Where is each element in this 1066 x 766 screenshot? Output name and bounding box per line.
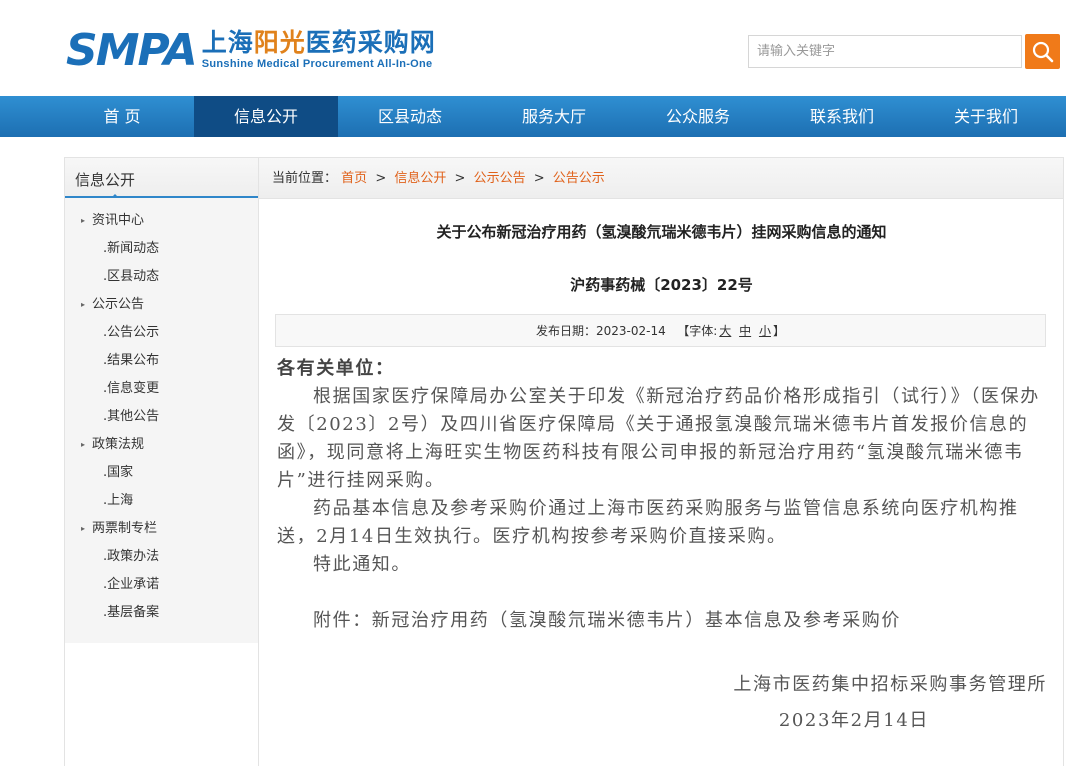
main-content: 当前位置： 首页 > 信息公开 > 公示公告 > 公告公示 关于公布新冠治疗用药… <box>259 157 1064 766</box>
sidebar-item-grassroots-filing[interactable]: .基层备案 <box>65 599 258 627</box>
sidebar-item-other-notice[interactable]: .其他公告 <box>65 403 258 431</box>
sidebar-item-results[interactable]: .结果公布 <box>65 347 258 375</box>
caret-right-icon: ▸ <box>81 440 86 449</box>
logo-cn-pre: 上海 <box>201 28 254 57</box>
sidebar-item-shanghai[interactable]: .上海 <box>65 487 258 515</box>
breadcrumb: 当前位置： 首页 > 信息公开 > 公示公告 > 公告公示 <box>259 158 1063 199</box>
nav-item-contact[interactable]: 联系我们 <box>770 96 914 137</box>
sidebar-item-news[interactable]: .新闻动态 <box>65 235 258 263</box>
sidebar-item-announcements[interactable]: ▸ 公示公告 <box>65 291 258 319</box>
breadcrumb-sep: > <box>454 171 466 186</box>
signature: 上海市医药集中招标采购事务管理所 <box>733 674 1047 695</box>
breadcrumb-info[interactable]: 信息公开 <box>394 171 446 186</box>
search-button[interactable] <box>1025 34 1060 69</box>
nav-item-home[interactable]: 首 页 <box>50 96 194 137</box>
search-input[interactable]: 请输入关键字 <box>748 35 1022 68</box>
salutation: 各有关单位： <box>277 358 395 379</box>
article-meta: 发布日期：2023-02-14 【字体: 大 中 小】 <box>275 314 1046 347</box>
sidebar-item-info-change[interactable]: .信息变更 <box>65 375 258 403</box>
breadcrumb-prefix: 当前位置： <box>272 171 338 186</box>
font-large-link[interactable]: 大 <box>719 324 731 338</box>
caret-right-icon: ▸ <box>81 524 86 533</box>
sidebar-menu: ▸ 资讯中心 .新闻动态 .区县动态 ▸ 公示公告 .公告公示 .结果公布 .信息变… <box>65 198 258 643</box>
paragraph-3: 特此通知。 <box>313 554 411 575</box>
article-title: 关于公布新冠治疗用药（氢溴酸氘瑞米德韦片）挂网采购信息的通知 <box>436 223 887 241</box>
paragraph-2: 药品基本信息及参考采购价通过上海市医药采购服务与监管信息系统向医疗机构推送，2月… <box>277 498 1019 547</box>
logo-abbr: SMPA <box>66 25 198 76</box>
sidebar-item-label: 公示公告 <box>92 297 145 312</box>
site-logo[interactable]: SMPA 上海阳光医药采购网 Sunshine Medical Procurem… <box>66 28 436 76</box>
document-number: 沪药事药械〔2023〕22号 <box>570 276 753 294</box>
sidebar-item-label: 两票制专栏 <box>92 521 158 536</box>
publish-date: 发布日期：2023-02-14 <box>536 324 666 338</box>
article-body: 各有关单位： 根据国家医疗保障局办公室关于印发《新冠治疗药品价格形成指引（试行）… <box>277 355 1047 735</box>
nav-item-district-news[interactable]: 区县动态 <box>338 96 482 137</box>
paragraph-1: 根据国家医疗保障局办公室关于印发《新冠治疗药品价格形成指引（试行）》（医保办发〔… <box>277 386 1040 491</box>
sidebar-item-district[interactable]: .区县动态 <box>65 263 258 291</box>
sidebar-item-policy-methods[interactable]: .政策办法 <box>65 543 258 571</box>
logo-cn-post: 医药采购网 <box>305 28 436 57</box>
nav-item-about[interactable]: 关于我们 <box>914 96 1058 137</box>
logo-cn: 上海阳光医药采购网 <box>202 28 436 58</box>
nav-item-info-disclosure[interactable]: 信息公开 <box>194 96 338 137</box>
sidebar-item-label: 资讯中心 <box>92 213 145 228</box>
caret-right-icon: ▸ <box>81 216 86 225</box>
logo-en: Sunshine Medical Procurement All-In-One <box>201 58 433 70</box>
sidebar-item-two-invoice[interactable]: ▸ 两票制专栏 <box>65 515 258 543</box>
breadcrumb-home[interactable]: 首页 <box>341 171 367 186</box>
sidebar-item-news-center[interactable]: ▸ 资讯中心 <box>65 207 258 235</box>
site-header: SMPA 上海阳光医药采购网 Sunshine Medical Procurem… <box>0 0 1066 96</box>
font-size-close: 】 <box>772 324 785 338</box>
title-marker-icon <box>111 194 119 198</box>
attachment-note: 附件：新冠治疗用药（氢溴酸氘瑞米德韦片）基本信息及参考采购价 <box>313 610 901 631</box>
font-size-label: 【字体: <box>677 324 718 338</box>
breadcrumb-sep: > <box>375 171 387 186</box>
sidebar-item-enterprise-pledge[interactable]: .企业承诺 <box>65 571 258 599</box>
logo-text: 上海阳光医药采购网 Sunshine Medical Procurement A… <box>202 28 436 71</box>
sidebar-item-label: 政策法规 <box>92 437 145 452</box>
breadcrumb-announcements[interactable]: 公示公告 <box>474 171 526 186</box>
sidebar-item-public-notice[interactable]: .公告公示 <box>65 319 258 347</box>
logo-cn-highlight: 阳光 <box>253 28 306 57</box>
main-nav: 首 页 信息公开 区县动态 服务大厅 公众服务 联系我们 关于我们 <box>0 96 1066 137</box>
sign-date: 2023年2月14日 <box>778 710 929 731</box>
breadcrumb-sep: > <box>533 171 545 186</box>
sidebar: 信息公开 ▸ 资讯中心 .新闻动态 .区县动态 ▸ 公示公告 .公告公示 .结果公布… <box>64 157 259 766</box>
sidebar-title: 信息公开 <box>65 157 258 198</box>
sidebar-item-policies[interactable]: ▸ 政策法规 <box>65 431 258 459</box>
font-small-link[interactable]: 小 <box>759 324 771 338</box>
font-medium-link[interactable]: 中 <box>739 324 751 338</box>
breadcrumb-public-notice[interactable]: 公告公示 <box>553 171 605 186</box>
sidebar-item-national[interactable]: .国家 <box>65 459 258 487</box>
search-icon <box>1032 41 1053 62</box>
caret-right-icon: ▸ <box>81 300 86 309</box>
nav-item-public-service[interactable]: 公众服务 <box>626 96 770 137</box>
sidebar-title-text: 信息公开 <box>75 171 136 189</box>
nav-item-service-hall[interactable]: 服务大厅 <box>482 96 626 137</box>
